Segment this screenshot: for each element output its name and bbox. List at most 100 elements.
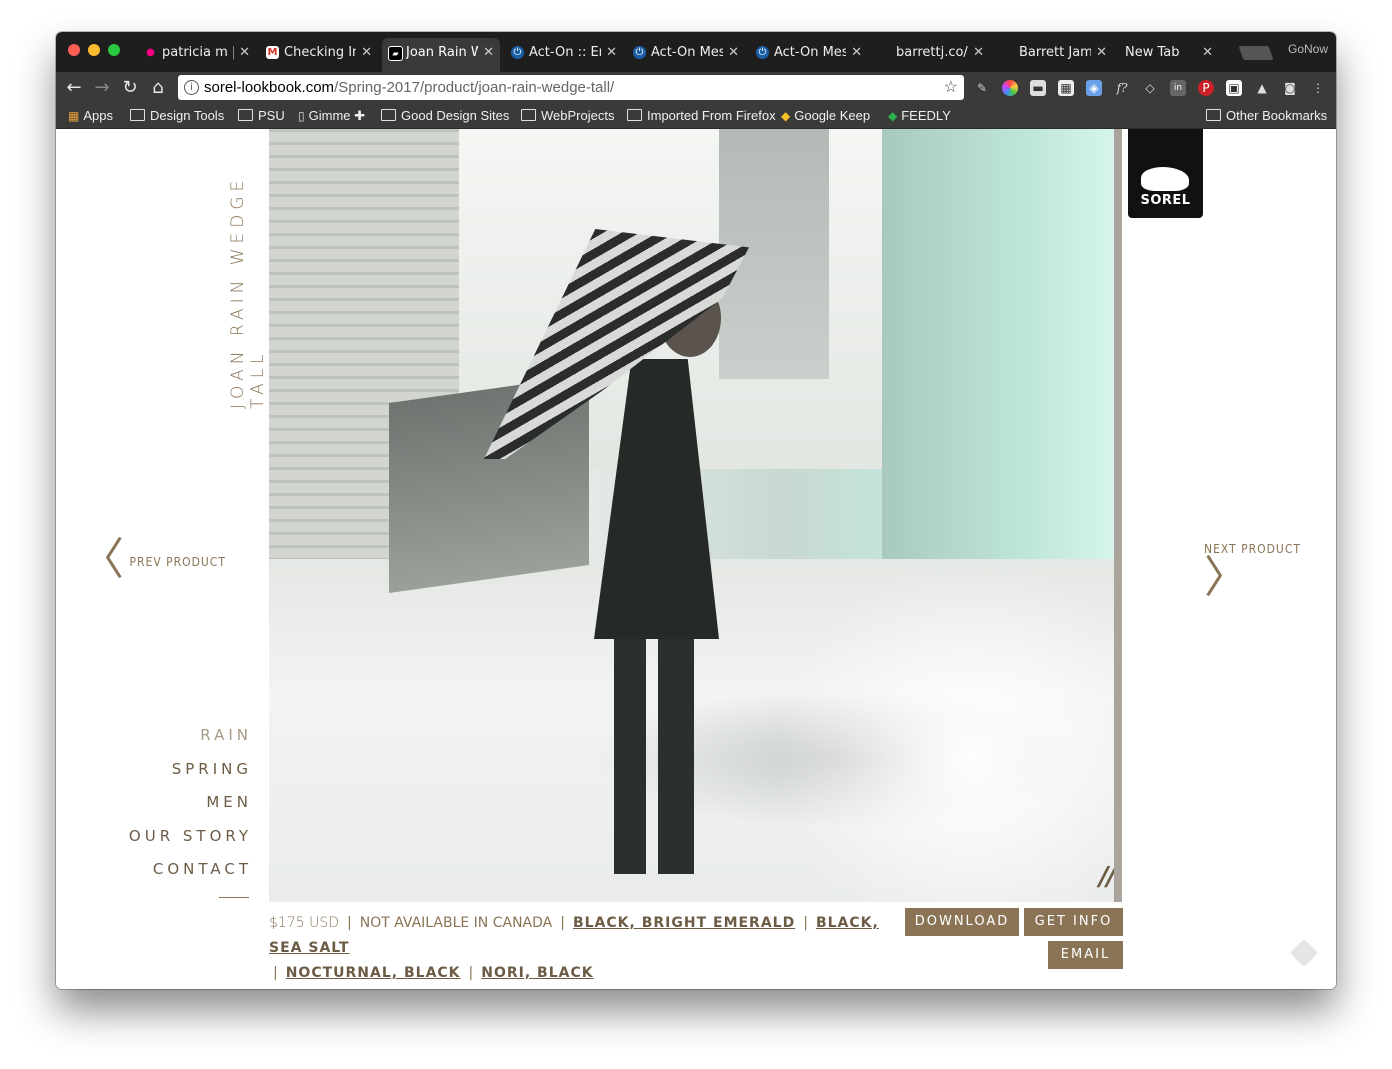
pen-extension-icon[interactable]: ✎ [974, 80, 990, 96]
tab-5[interactable]: ⏻ Act-On Mes ✕ [627, 38, 745, 72]
logo-text: SOREL [1140, 193, 1191, 208]
close-tab-icon[interactable]: ✕ [973, 38, 984, 68]
colorway-link[interactable]: NOCTURNAL, BLACK [286, 965, 461, 981]
close-tab-icon[interactable]: ✕ [361, 38, 372, 68]
info-icon[interactable]: i [184, 80, 199, 95]
bookmark-good-design-sites[interactable]: Good Design Sites [381, 107, 509, 125]
bookmark-google-keep[interactable]: ◆ Google Keep [781, 107, 870, 125]
prev-product-label: PREV PRODUCT [129, 555, 226, 569]
sorel-logo[interactable]: SOREL [1128, 129, 1203, 218]
feedly-float-icon[interactable] [1289, 938, 1319, 968]
color-picker-extension-icon[interactable] [1002, 80, 1018, 96]
menu-divider [219, 897, 249, 898]
tab-3-active[interactable]: ▰ Joan Rain W ✕ [382, 38, 500, 72]
new-tab-button[interactable] [1238, 46, 1274, 60]
bookmark-other-bookmarks[interactable]: Other Bookmarks [1206, 107, 1327, 125]
bookmark-gimme[interactable]: ▯ Gimme ✚ [298, 107, 365, 125]
folder-icon [130, 109, 145, 121]
bookmark-label: Other Bookmarks [1226, 108, 1328, 123]
colorway-link[interactable]: BLACK, BRIGHT EMERALD [573, 915, 795, 931]
next-product-link[interactable]: NEXT PRODUCT 〉 [1204, 538, 1336, 600]
linkedin-extension-icon[interactable]: in [1170, 80, 1186, 96]
close-tab-icon[interactable]: ✕ [851, 38, 862, 68]
tab-title: New Tab [1125, 45, 1180, 60]
menu-item-our-story[interactable]: OUR STORY [116, 820, 252, 854]
apps-grid-icon: ▦ [68, 109, 80, 123]
screen-extension-icon[interactable]: ▬ [1030, 80, 1046, 96]
url-host: sorel-lookbook.com [204, 79, 335, 96]
page-content: JOAN RAIN WEDGE TALL // SOREL 〈 PREV PRO… [56, 129, 1336, 989]
image-extension-icon[interactable]: ▣ [1226, 80, 1242, 96]
prev-product-link[interactable]: 〈 PREV PRODUCT [80, 538, 226, 582]
product-info: $175 USD | NOT AVAILABLE IN CANADA | BLACK, … [269, 911, 889, 986]
tab-2[interactable]: M Checking In ✕ [260, 38, 378, 72]
slash-mark-icon: // [1099, 862, 1116, 892]
tab-1[interactable]: ● patricia m | ✕ [138, 38, 256, 72]
diamond-extension-icon[interactable]: ◇ [1142, 80, 1158, 96]
menu-kebab-icon[interactable]: ⋮ [1310, 80, 1326, 96]
email-button[interactable]: EMAIL [1048, 941, 1123, 969]
bookmark-webprojects[interactable]: WebProjects [521, 107, 614, 125]
font-extension-icon[interactable]: f? [1114, 80, 1130, 96]
polar-bear-icon [1141, 167, 1189, 191]
zoom-window-button[interactable] [108, 44, 120, 56]
menu-item-rain[interactable]: RAIN [116, 719, 252, 753]
bookmark-label: PSU [258, 108, 285, 123]
folder-icon [521, 109, 536, 121]
calendar-extension-icon[interactable]: ▦ [1058, 80, 1074, 96]
bookmark-star-icon[interactable]: ☆ [944, 75, 958, 100]
menu-item-spring[interactable]: SPRING [116, 753, 252, 787]
bookmark-design-tools[interactable]: Design Tools [130, 107, 224, 125]
feedly-icon: ◆ [888, 109, 898, 123]
home-icon[interactable]: ⌂ [145, 75, 171, 101]
drive-extension-icon[interactable]: ▲ [1254, 80, 1270, 96]
close-tab-icon[interactable]: ✕ [606, 38, 617, 68]
folder-icon [381, 109, 396, 121]
url-path: /Spring-2017/product/joan-rain-wedge-tal… [334, 79, 615, 96]
acton-icon: ⏻ [756, 46, 769, 59]
close-window-button[interactable] [68, 44, 80, 56]
close-tab-icon[interactable]: ✕ [728, 38, 739, 68]
tab-4[interactable]: ⏻ Act-On :: En ✕ [505, 38, 623, 72]
close-tab-icon[interactable]: ✕ [1202, 38, 1213, 68]
menu-item-contact[interactable]: CONTACT [116, 853, 252, 887]
tab-title: Act-On Mes [651, 45, 723, 60]
bookmark-label: Good Design Sites [401, 108, 510, 123]
separator: | [560, 915, 565, 931]
toolbar: ← → ↻ ⌂ i sorel-lookbook.com/Spring-2017… [56, 72, 1336, 104]
page-icon: ▯ [298, 109, 305, 123]
folder-icon [1206, 109, 1221, 121]
download-button[interactable]: DOWNLOAD [905, 908, 1019, 936]
tab-6[interactable]: ⏻ Act-On Mes ✕ [750, 38, 868, 72]
browser-window: ● patricia m | ✕ M Checking In ✕ ▰ Joan … [56, 32, 1336, 989]
reload-icon[interactable]: ↻ [117, 75, 143, 101]
pinterest-extension-icon[interactable]: P [1198, 80, 1214, 96]
minimize-window-button[interactable] [88, 44, 100, 56]
chevron-left-icon: 〈 [80, 534, 125, 585]
acton-icon: ⏻ [511, 46, 524, 59]
camera-extension-icon[interactable]: ◙ [1282, 80, 1298, 96]
side-menu: RAIN SPRING MEN OUR STORY CONTACT [116, 719, 252, 887]
colorway-link[interactable]: NORI, BLACK [481, 965, 593, 981]
bookmark-apps[interactable]: ▦ Apps [68, 107, 113, 125]
close-tab-icon[interactable]: ✕ [239, 38, 250, 68]
bookmark-imported-from-firefox[interactable]: Imported From Firefox [627, 107, 776, 125]
close-tab-icon[interactable]: ✕ [483, 38, 494, 68]
grid-extension-icon[interactable]: ◈ [1086, 80, 1102, 96]
tab-title: Barrett Jam [1019, 45, 1091, 60]
bookmark-psu[interactable]: PSU [238, 107, 285, 125]
menu-item-men[interactable]: MEN [116, 786, 252, 820]
forward-arrow-icon[interactable]: → [89, 75, 115, 101]
back-arrow-icon[interactable]: ← [61, 75, 87, 101]
product-photo: // [269, 129, 1122, 902]
bookmark-feedly[interactable]: ◆ FEEDLY [888, 107, 951, 125]
tab-7[interactable]: barrettj.co/h ✕ [872, 38, 990, 72]
chevron-right-icon: 〉 [1204, 552, 1249, 603]
address-bar[interactable]: i sorel-lookbook.com/Spring-2017/product… [178, 75, 964, 100]
tab-8[interactable]: Barrett Jam ✕ [995, 38, 1113, 72]
bookmark-label: Imported From Firefox [647, 108, 776, 123]
get-info-button[interactable]: GET INFO [1024, 908, 1123, 936]
tab-9[interactable]: New Tab ✕ [1101, 38, 1219, 72]
profile-name[interactable]: GoNow [1288, 42, 1328, 56]
bookmark-label: WebProjects [541, 108, 615, 123]
